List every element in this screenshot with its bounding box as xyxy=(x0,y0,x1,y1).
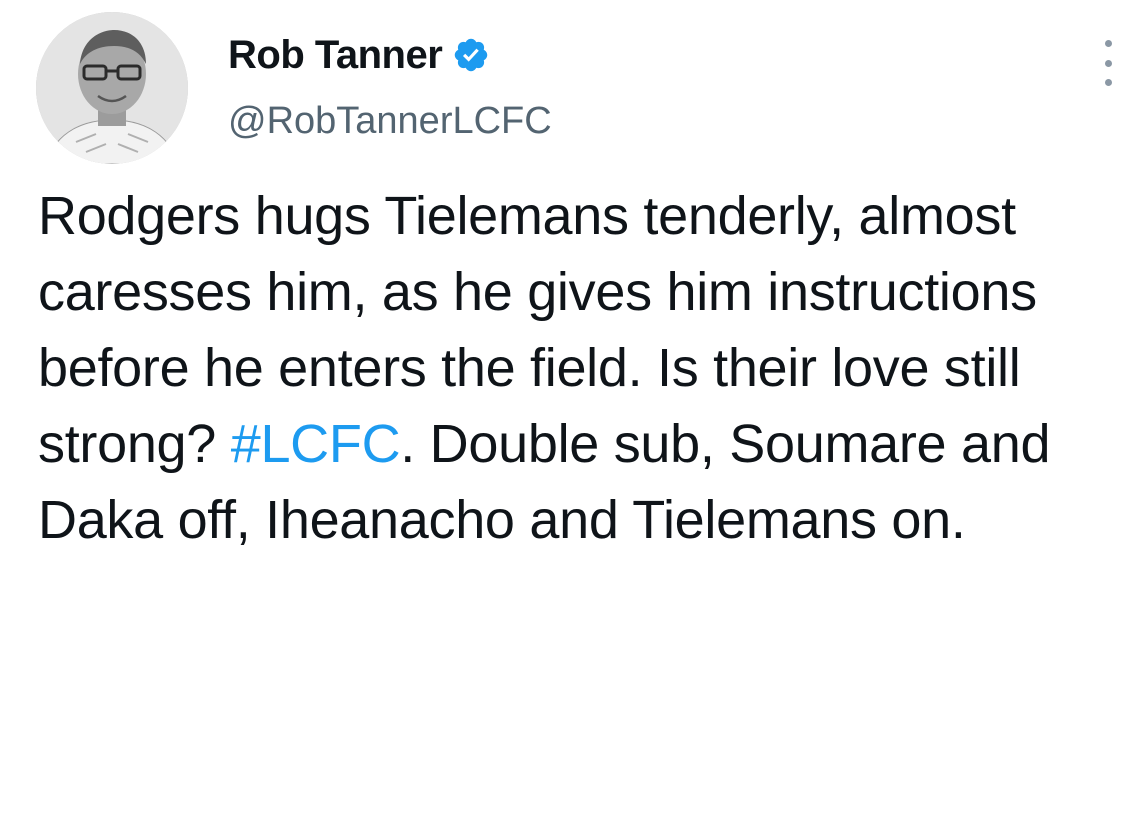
more-options-button[interactable] xyxy=(1098,40,1118,86)
author-avatar[interactable] xyxy=(36,12,188,164)
more-vertical-icon xyxy=(1104,40,1112,47)
more-vertical-icon-dot xyxy=(1104,79,1112,86)
avatar-photo-icon xyxy=(36,12,188,164)
author-name-row: Rob Tanner xyxy=(228,30,490,80)
tweet-card: Rob Tanner @RobTannerLCFC Rodgers hugs T… xyxy=(0,0,1125,820)
hashtag-link[interactable]: #LCFC xyxy=(231,414,401,474)
more-vertical-icon-dot xyxy=(1104,59,1112,67)
author-handle[interactable]: @RobTannerLCFC xyxy=(228,100,552,143)
author-display-name[interactable]: Rob Tanner xyxy=(228,33,443,78)
tweet-text: Rodgers hugs Tielemans tenderly, almost … xyxy=(38,178,1118,558)
verified-badge-icon xyxy=(452,36,490,74)
